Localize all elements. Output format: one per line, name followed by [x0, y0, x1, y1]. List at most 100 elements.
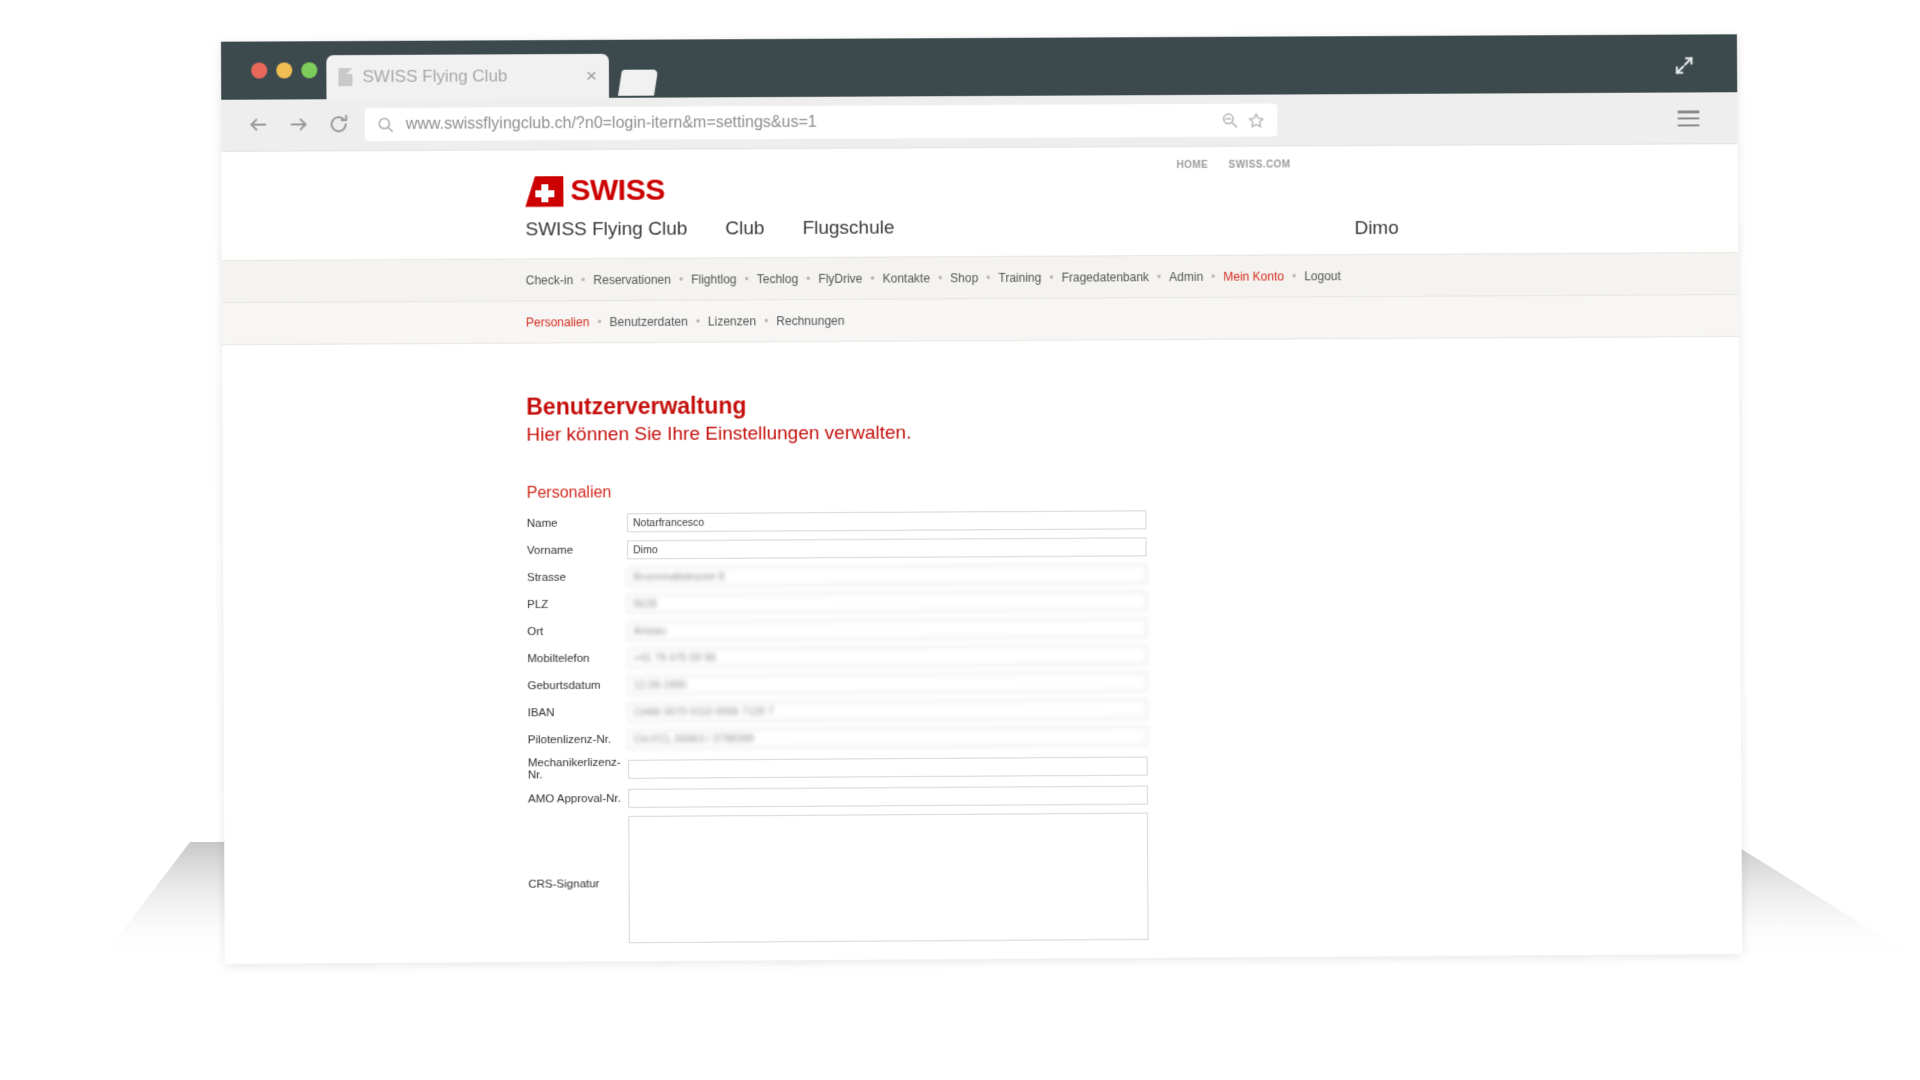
form-row: Name Notarfrancesco: [527, 507, 1740, 533]
forward-icon[interactable]: [285, 111, 311, 137]
section-nav-list: Check-in • Reservationen • Flightlog • T…: [526, 269, 1341, 287]
nav-separator: •: [798, 272, 818, 284]
field-input-name[interactable]: Notarfrancesco: [627, 510, 1147, 532]
form-row: PLZ 5628: [527, 588, 1740, 614]
logo-wordmark: SWISS: [570, 176, 664, 207]
sec-nav-item-flydrive[interactable]: FlyDrive: [818, 271, 862, 285]
form-row: AMO Approval-Nr.: [528, 782, 1741, 809]
close-window-button[interactable]: [251, 63, 267, 79]
sec-nav-item-admin[interactable]: Admin: [1169, 269, 1203, 283]
sec-nav-item-reservationen[interactable]: Reservationen: [593, 272, 671, 286]
star-icon[interactable]: [1247, 111, 1265, 129]
page-viewport: HOME SWISS.COM SWISS SWISS Flying Club C…: [221, 144, 1742, 964]
swiss-tailfin-icon: [525, 176, 563, 207]
nav-separator: •: [671, 273, 691, 285]
field-label-iban: IBAN: [528, 706, 628, 719]
sec-nav-item-check-in[interactable]: Check-in: [526, 273, 574, 287]
sub-nav-item-personalien[interactable]: Personalien: [526, 315, 590, 329]
close-icon[interactable]: ×: [578, 66, 597, 85]
form-row: Strasse Brunnmattstrasse 8: [527, 561, 1740, 587]
field-label-ort: Ort: [527, 625, 627, 638]
sec-nav-item-logout[interactable]: Logout: [1304, 269, 1341, 283]
form-row: Vorname Dimo: [527, 534, 1740, 560]
sec-nav-item-flightlog[interactable]: Flightlog: [691, 272, 736, 286]
field-input-iban[interactable]: CH66 0070 0110 0056 7120 7: [628, 699, 1148, 721]
address-bar[interactable]: www.swissflyingclub.ch/?n0=login-itern&m…: [365, 104, 1278, 142]
sec-nav-item-fragedatenbank[interactable]: Fragedatenbank: [1062, 270, 1149, 284]
field-label-name: Name: [527, 517, 627, 530]
expand-icon[interactable]: [1673, 54, 1695, 76]
new-tab-button[interactable]: [618, 70, 658, 96]
nav-separator: •: [737, 273, 757, 285]
window-traffic-lights: [251, 62, 317, 78]
screenshot-stage: SWISS Flying Club ×: [0, 0, 1920, 1080]
field-input-crs-signatur[interactable]: [628, 813, 1148, 944]
field-label-strasse: Strasse: [527, 571, 627, 584]
nav-separator: •: [1041, 271, 1061, 283]
form-row: CRS-Signatur: [528, 809, 1742, 944]
nav-separator: •: [862, 272, 882, 284]
field-input-geburtsdatum[interactable]: 12.09.1990: [628, 672, 1148, 694]
sub-nav-item-lizenzen[interactable]: Lizenzen: [708, 314, 756, 328]
form-row: Mobiltelefon +41 79 475 59 96: [527, 642, 1740, 668]
field-label-plz: PLZ: [527, 598, 627, 611]
nav-separator: •: [589, 316, 609, 328]
field-label-crs-signatur: CRS-Signatur: [528, 816, 629, 891]
field-input-vorname[interactable]: Dimo: [627, 537, 1147, 559]
browser-tab[interactable]: SWISS Flying Club ×: [326, 54, 609, 99]
page-content: Benutzerverwaltung Hier können Sie Ihre …: [222, 337, 1742, 946]
field-label-mechanikerlizenz-nr: Mechanikerlizenz-Nr.: [528, 757, 628, 782]
nav-separator: •: [688, 315, 708, 327]
page-subtitle: Hier können Sie Ihre Einstellungen verwa…: [526, 418, 1739, 447]
tab-title: SWISS Flying Club: [362, 66, 577, 87]
browser-toolbar: www.swissflyingclub.ch/?n0=login-itern&m…: [221, 92, 1737, 152]
sec-nav-item-training[interactable]: Training: [998, 270, 1041, 284]
reload-icon[interactable]: [326, 111, 352, 137]
field-label-mobiltelefon: Mobiltelefon: [527, 652, 627, 665]
sec-nav-item-shop[interactable]: Shop: [950, 271, 978, 285]
nav-item-club[interactable]: Club: [725, 218, 764, 240]
url-text[interactable]: www.swissflyingclub.ch/?n0=login-itern&m…: [406, 111, 1222, 133]
form-row: Pilotenlizenz-Nr. CH.FCL.56963 / 3798399: [528, 723, 1741, 750]
browser-titlebar: SWISS Flying Club ×: [221, 34, 1737, 99]
field-input-amo-approval-nr[interactable]: [628, 786, 1148, 808]
field-label-vorname: Vorname: [527, 544, 627, 557]
main-navigation: SWISS Flying Club Club Flugschule: [525, 215, 1398, 242]
search-icon: [377, 116, 394, 133]
swiss-tailfin-logo[interactable]: SWISS: [525, 170, 1398, 209]
field-input-mechanikerlizenz-nr[interactable]: [628, 756, 1148, 778]
minimize-window-button[interactable]: [276, 62, 292, 78]
field-label-pilotenlizenz-nr: Pilotenlizenz-Nr.: [528, 733, 628, 746]
nav-separator: •: [573, 274, 593, 286]
section-title: Personalien: [527, 478, 1740, 503]
field-input-pilotenlizenz-nr[interactable]: CH.FCL.56963 / 3798399: [628, 727, 1148, 749]
form-row: Ort Aristau: [527, 615, 1740, 641]
form-row: IBAN CH66 0070 0110 0056 7120 7: [528, 696, 1741, 722]
sub-nav-item-benutzerdaten[interactable]: Benutzerdaten: [610, 314, 688, 328]
field-input-plz[interactable]: 5628: [627, 591, 1147, 613]
nav-separator: •: [1284, 270, 1304, 282]
nav-separator: •: [1149, 271, 1169, 283]
nav-separator: •: [930, 272, 950, 284]
nav-separator: •: [1203, 270, 1223, 282]
field-input-ort[interactable]: Aristau: [627, 618, 1147, 640]
hamburger-icon[interactable]: [1677, 110, 1699, 126]
sec-nav-item-mein-konto[interactable]: Mein Konto: [1223, 269, 1284, 283]
maximize-window-button[interactable]: [301, 62, 317, 78]
nav-item-swiss-flying-club[interactable]: SWISS Flying Club: [525, 219, 687, 242]
sec-nav-item-kontakte[interactable]: Kontakte: [883, 271, 930, 285]
back-icon[interactable]: [245, 112, 271, 138]
subsection-nav-list: Personalien • Benutzerdaten • Lizenzen •…: [526, 313, 845, 329]
field-input-strasse[interactable]: Brunnmattstrasse 8: [627, 564, 1147, 586]
user-menu[interactable]: Dimo: [1354, 218, 1398, 240]
sec-nav-item-techlog[interactable]: Techlog: [757, 272, 798, 286]
nav-separator: •: [756, 315, 776, 327]
sub-nav-item-rechnungen[interactable]: Rechnungen: [776, 313, 844, 327]
field-label-geburtsdatum: Geburtsdatum: [527, 679, 627, 692]
form-row: Mechanikerlizenz-Nr.: [528, 750, 1741, 782]
page-icon: [338, 68, 352, 86]
personalien-form: Name Notarfrancesco Vorname Dimo Strasse…: [527, 507, 1742, 944]
nav-item-flugschule[interactable]: Flugschule: [802, 217, 894, 239]
zoom-out-icon[interactable]: [1221, 112, 1238, 129]
field-input-mobiltelefon[interactable]: +41 79 475 59 96: [628, 645, 1148, 667]
